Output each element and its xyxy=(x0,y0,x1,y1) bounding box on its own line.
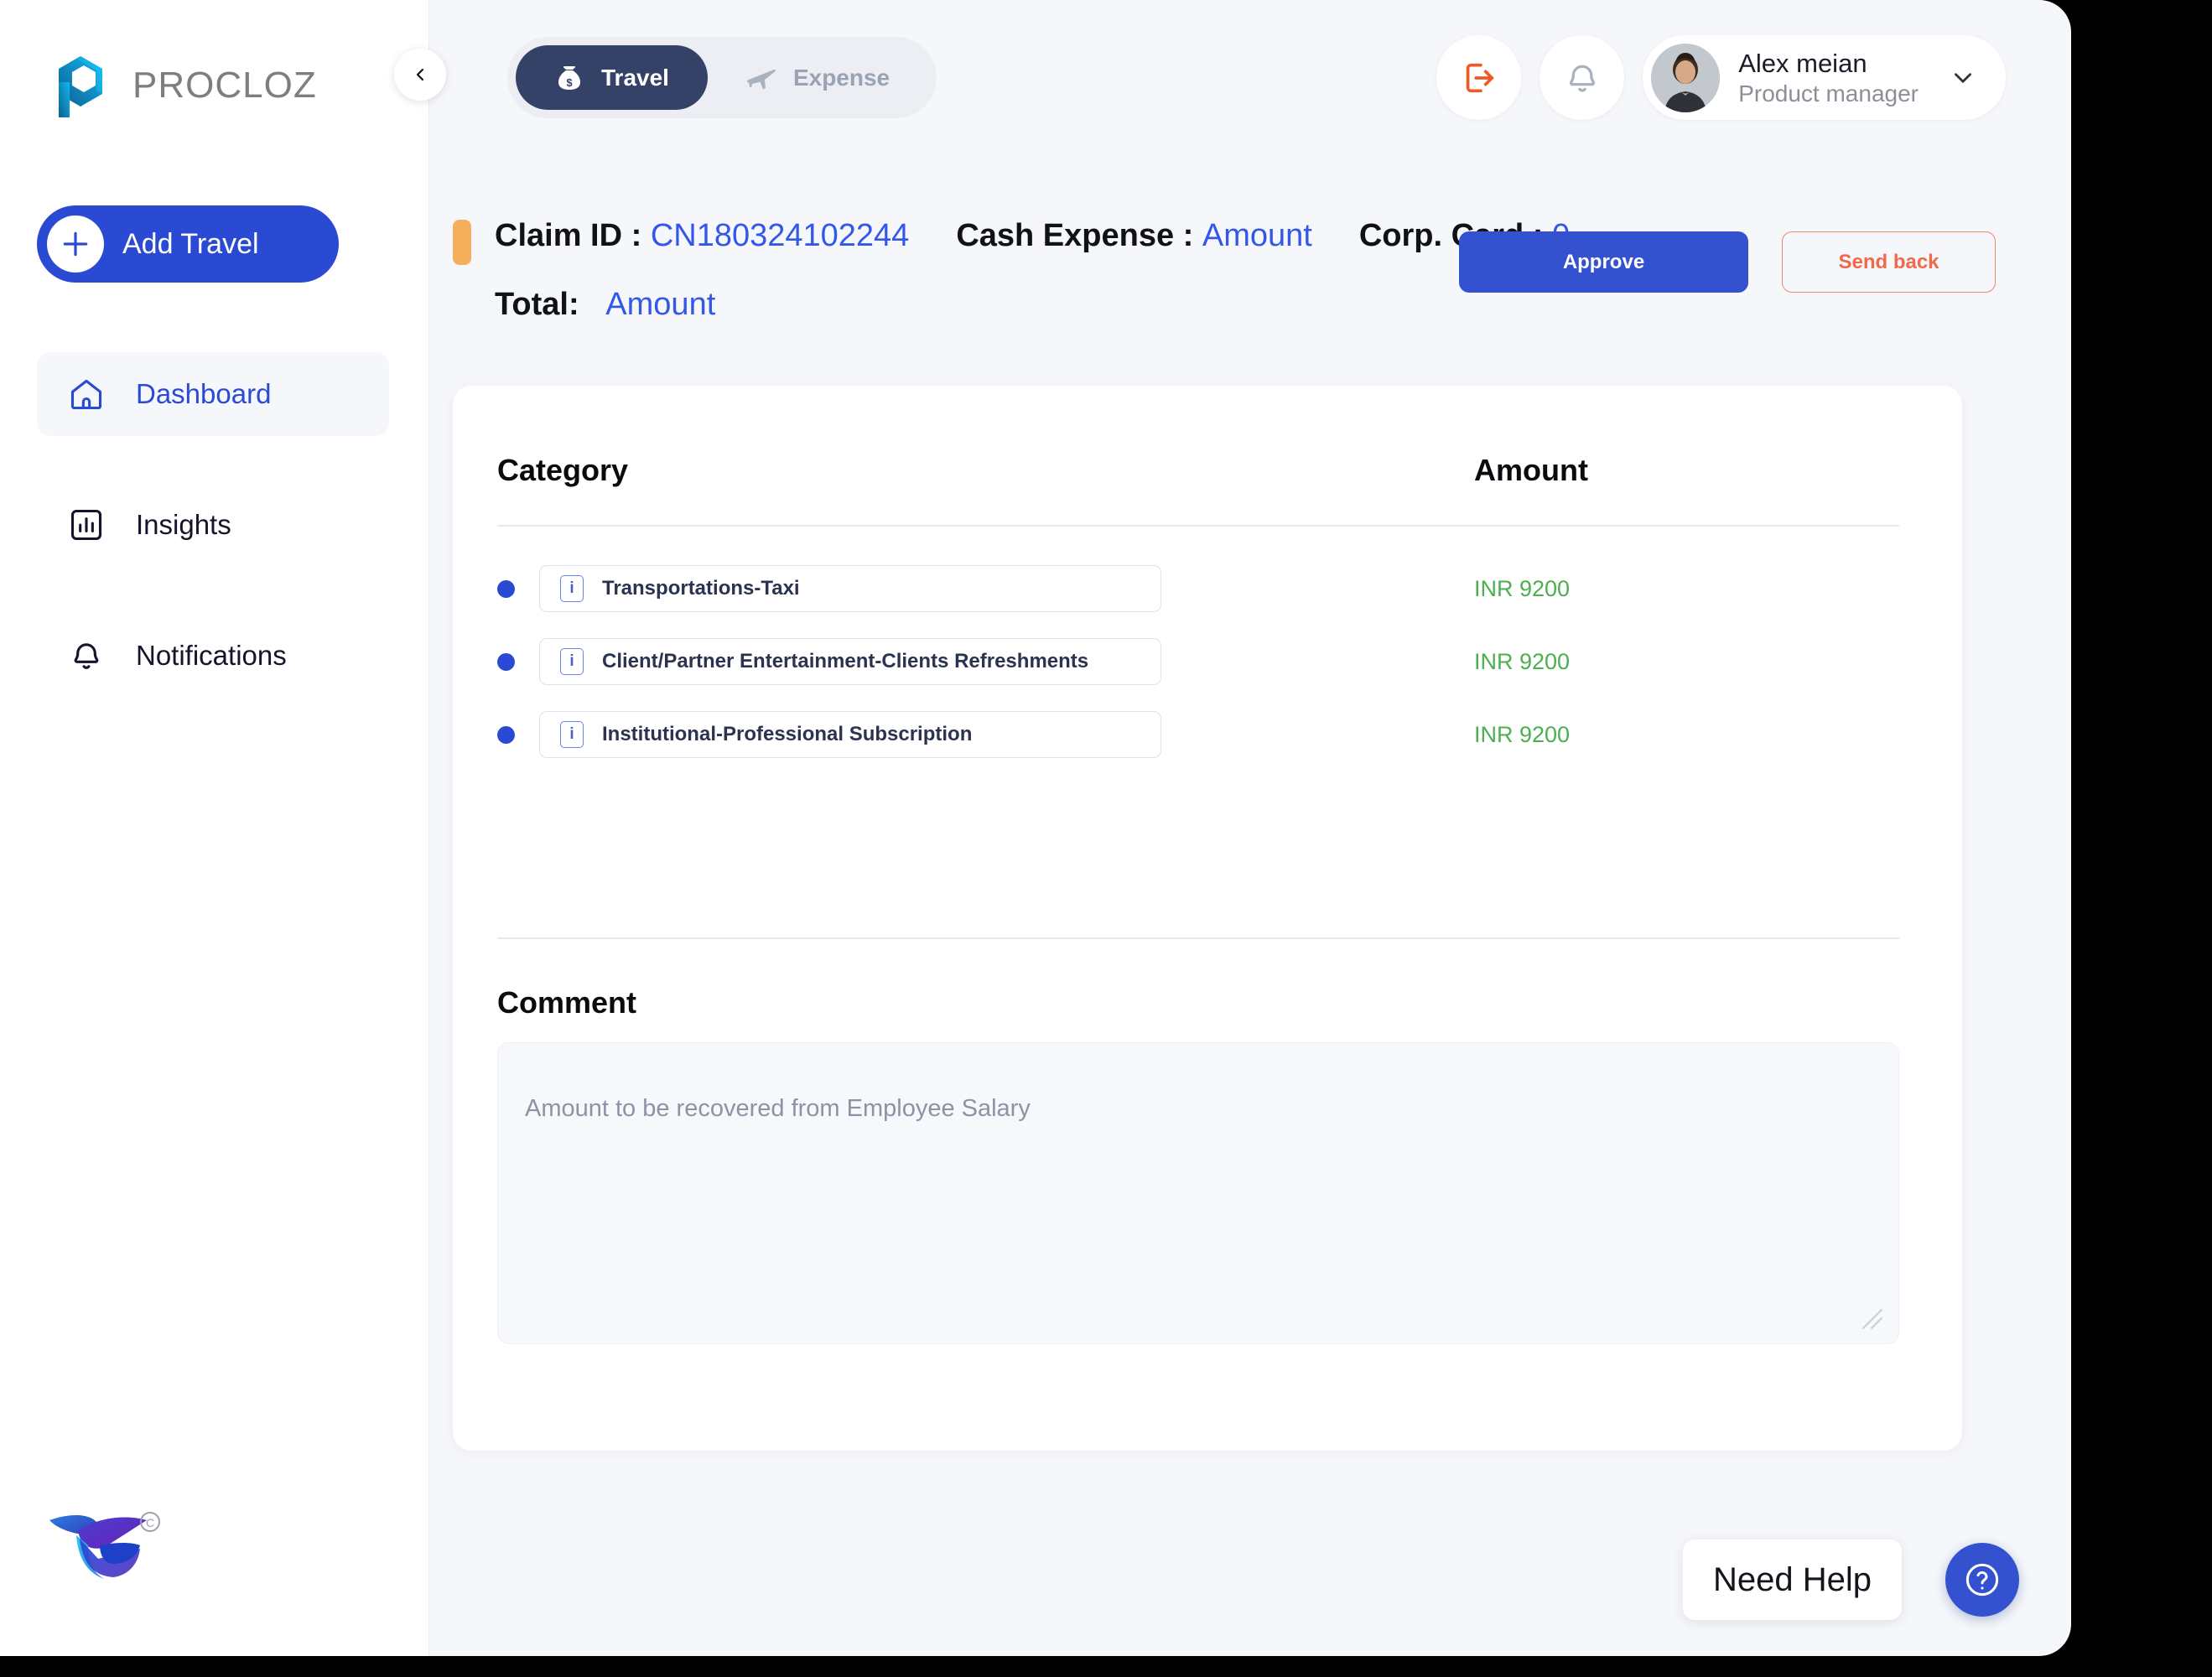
section-divider xyxy=(497,937,1899,939)
comment-section-title: Comment xyxy=(497,985,637,1020)
claim-summary-line: Claim ID : CN180324102244 Cash Expense :… xyxy=(495,218,1570,254)
tab-travel[interactable]: $ Travel xyxy=(516,45,708,110)
column-header-category: Category xyxy=(497,453,629,487)
home-icon xyxy=(67,375,106,413)
top-bar: $ Travel Expense Alex meian Product mana… xyxy=(429,0,2071,155)
cash-expense-label: Cash Expense : xyxy=(956,218,1194,253)
add-travel-label: Add Travel xyxy=(122,227,259,260)
bar-chart-icon xyxy=(67,506,106,544)
tab-expense[interactable]: Expense xyxy=(708,45,928,110)
money-bag-icon: $ xyxy=(554,64,584,92)
category-label: Client/Partner Entertainment-Clients Ref… xyxy=(602,650,1089,672)
sidebar-item-label: Insights xyxy=(136,509,231,540)
sidebar-collapse-button[interactable] xyxy=(394,49,446,101)
sidebar-item-insights[interactable]: Insights xyxy=(37,483,389,567)
total-label: Total: xyxy=(495,287,579,322)
claim-total-line: Total: Amount xyxy=(495,287,715,323)
table-row: i Transportations-Taxi INR 9200 xyxy=(497,558,1899,620)
brand-name: PROCLOZ xyxy=(132,65,317,106)
airplane-icon xyxy=(746,64,776,92)
procloz-hexagon-logo-icon xyxy=(55,52,116,119)
user-name: Alex meian xyxy=(1738,48,1867,78)
comment-input[interactable]: Amount to be recovered from Employee Sal… xyxy=(497,1042,1899,1344)
avatar xyxy=(1651,43,1721,112)
claim-id-label: Claim ID : xyxy=(495,218,642,253)
need-help-label: Need Help xyxy=(1713,1560,1872,1598)
add-travel-button[interactable]: Add Travel xyxy=(37,205,339,283)
send-back-button[interactable]: Send back xyxy=(1782,231,1996,293)
claim-summary-header: Claim ID : CN180324102244 Cash Expense :… xyxy=(429,193,2071,352)
table-row: i Client/Partner Entertainment-Clients R… xyxy=(497,631,1899,693)
row-amount: INR 9200 xyxy=(1474,721,1571,747)
logout-button[interactable] xyxy=(1436,35,1522,120)
row-bullet-icon xyxy=(497,652,515,671)
category-pill[interactable]: i Transportations-Taxi xyxy=(539,565,1161,612)
sidebar-item-dashboard[interactable]: Dashboard xyxy=(37,352,389,436)
brand-header: PROCLOZ xyxy=(55,52,317,119)
app-window: PROCLOZ Add Travel Dashboard Insights No… xyxy=(0,0,2071,1656)
row-amount: INR 9200 xyxy=(1474,575,1571,601)
user-role: Product manager xyxy=(1738,80,1919,106)
bell-outline-icon xyxy=(1569,65,1595,92)
plus-icon xyxy=(47,215,104,273)
chevron-left-icon xyxy=(416,68,424,81)
sidebar-item-notifications[interactable]: Notifications xyxy=(37,614,389,698)
user-info: Alex meian Product manager xyxy=(1738,49,1919,107)
need-help-tooltip[interactable]: Need Help xyxy=(1683,1539,1903,1620)
column-header-amount: Amount xyxy=(1474,453,1588,487)
tab-expense-label: Expense xyxy=(792,64,891,91)
claim-id-value: CN180324102244 xyxy=(650,218,910,253)
top-bar-actions: Alex meian Product manager xyxy=(1436,35,2006,120)
sidebar-item-label: Notifications xyxy=(136,640,287,671)
user-menu[interactable]: Alex meian Product manager xyxy=(1643,35,2006,120)
svg-text:$: $ xyxy=(566,76,573,89)
sidebar: PROCLOZ Add Travel Dashboard Insights No… xyxy=(0,0,446,1656)
bell-icon xyxy=(67,636,106,675)
category-label: Transportations-Taxi xyxy=(602,577,800,600)
question-mark-icon xyxy=(1965,1563,1999,1597)
comment-value: Amount to be recovered from Employee Sal… xyxy=(525,1095,1031,1122)
row-bullet-icon xyxy=(497,579,515,598)
table-row: i Institutional-Professional Subscriptio… xyxy=(497,704,1899,766)
status-indicator-bar xyxy=(453,220,471,265)
table-header: Category Amount xyxy=(497,453,1899,527)
info-icon[interactable]: i xyxy=(560,721,584,748)
sidebar-nav: Dashboard Insights Notifications xyxy=(37,352,389,745)
travel-expense-tabs: $ Travel Expense xyxy=(507,37,937,118)
category-pill[interactable]: i Institutional-Professional Subscriptio… xyxy=(539,711,1161,758)
cash-expense-value: Amount xyxy=(1202,218,1312,253)
resize-grip-icon[interactable] xyxy=(1858,1305,1887,1333)
category-pill[interactable]: i Client/Partner Entertainment-Clients R… xyxy=(539,638,1161,685)
hummingbird-logo-icon: C xyxy=(46,1487,197,1604)
claim-actions: Approve Send back xyxy=(1459,231,1996,293)
info-icon[interactable]: i xyxy=(560,575,584,602)
notifications-button[interactable] xyxy=(1540,35,1625,120)
chevron-down-icon xyxy=(1949,64,1977,92)
logout-icon xyxy=(1466,63,1493,92)
row-bullet-icon xyxy=(497,725,515,744)
tab-travel-label: Travel xyxy=(601,64,669,91)
total-value: Amount xyxy=(605,287,716,322)
category-label: Institutional-Professional Subscription xyxy=(602,723,973,745)
expense-details-card: Category Amount i Transportations-Taxi I… xyxy=(453,386,1962,1451)
approve-button[interactable]: Approve xyxy=(1459,231,1748,293)
svg-text:C: C xyxy=(146,1516,154,1529)
help-button[interactable] xyxy=(1945,1543,2019,1617)
info-icon[interactable]: i xyxy=(560,648,584,675)
row-amount: INR 9200 xyxy=(1474,648,1571,674)
expense-rows: i Transportations-Taxi INR 9200 i Client… xyxy=(497,558,1899,766)
sidebar-item-label: Dashboard xyxy=(136,378,272,409)
